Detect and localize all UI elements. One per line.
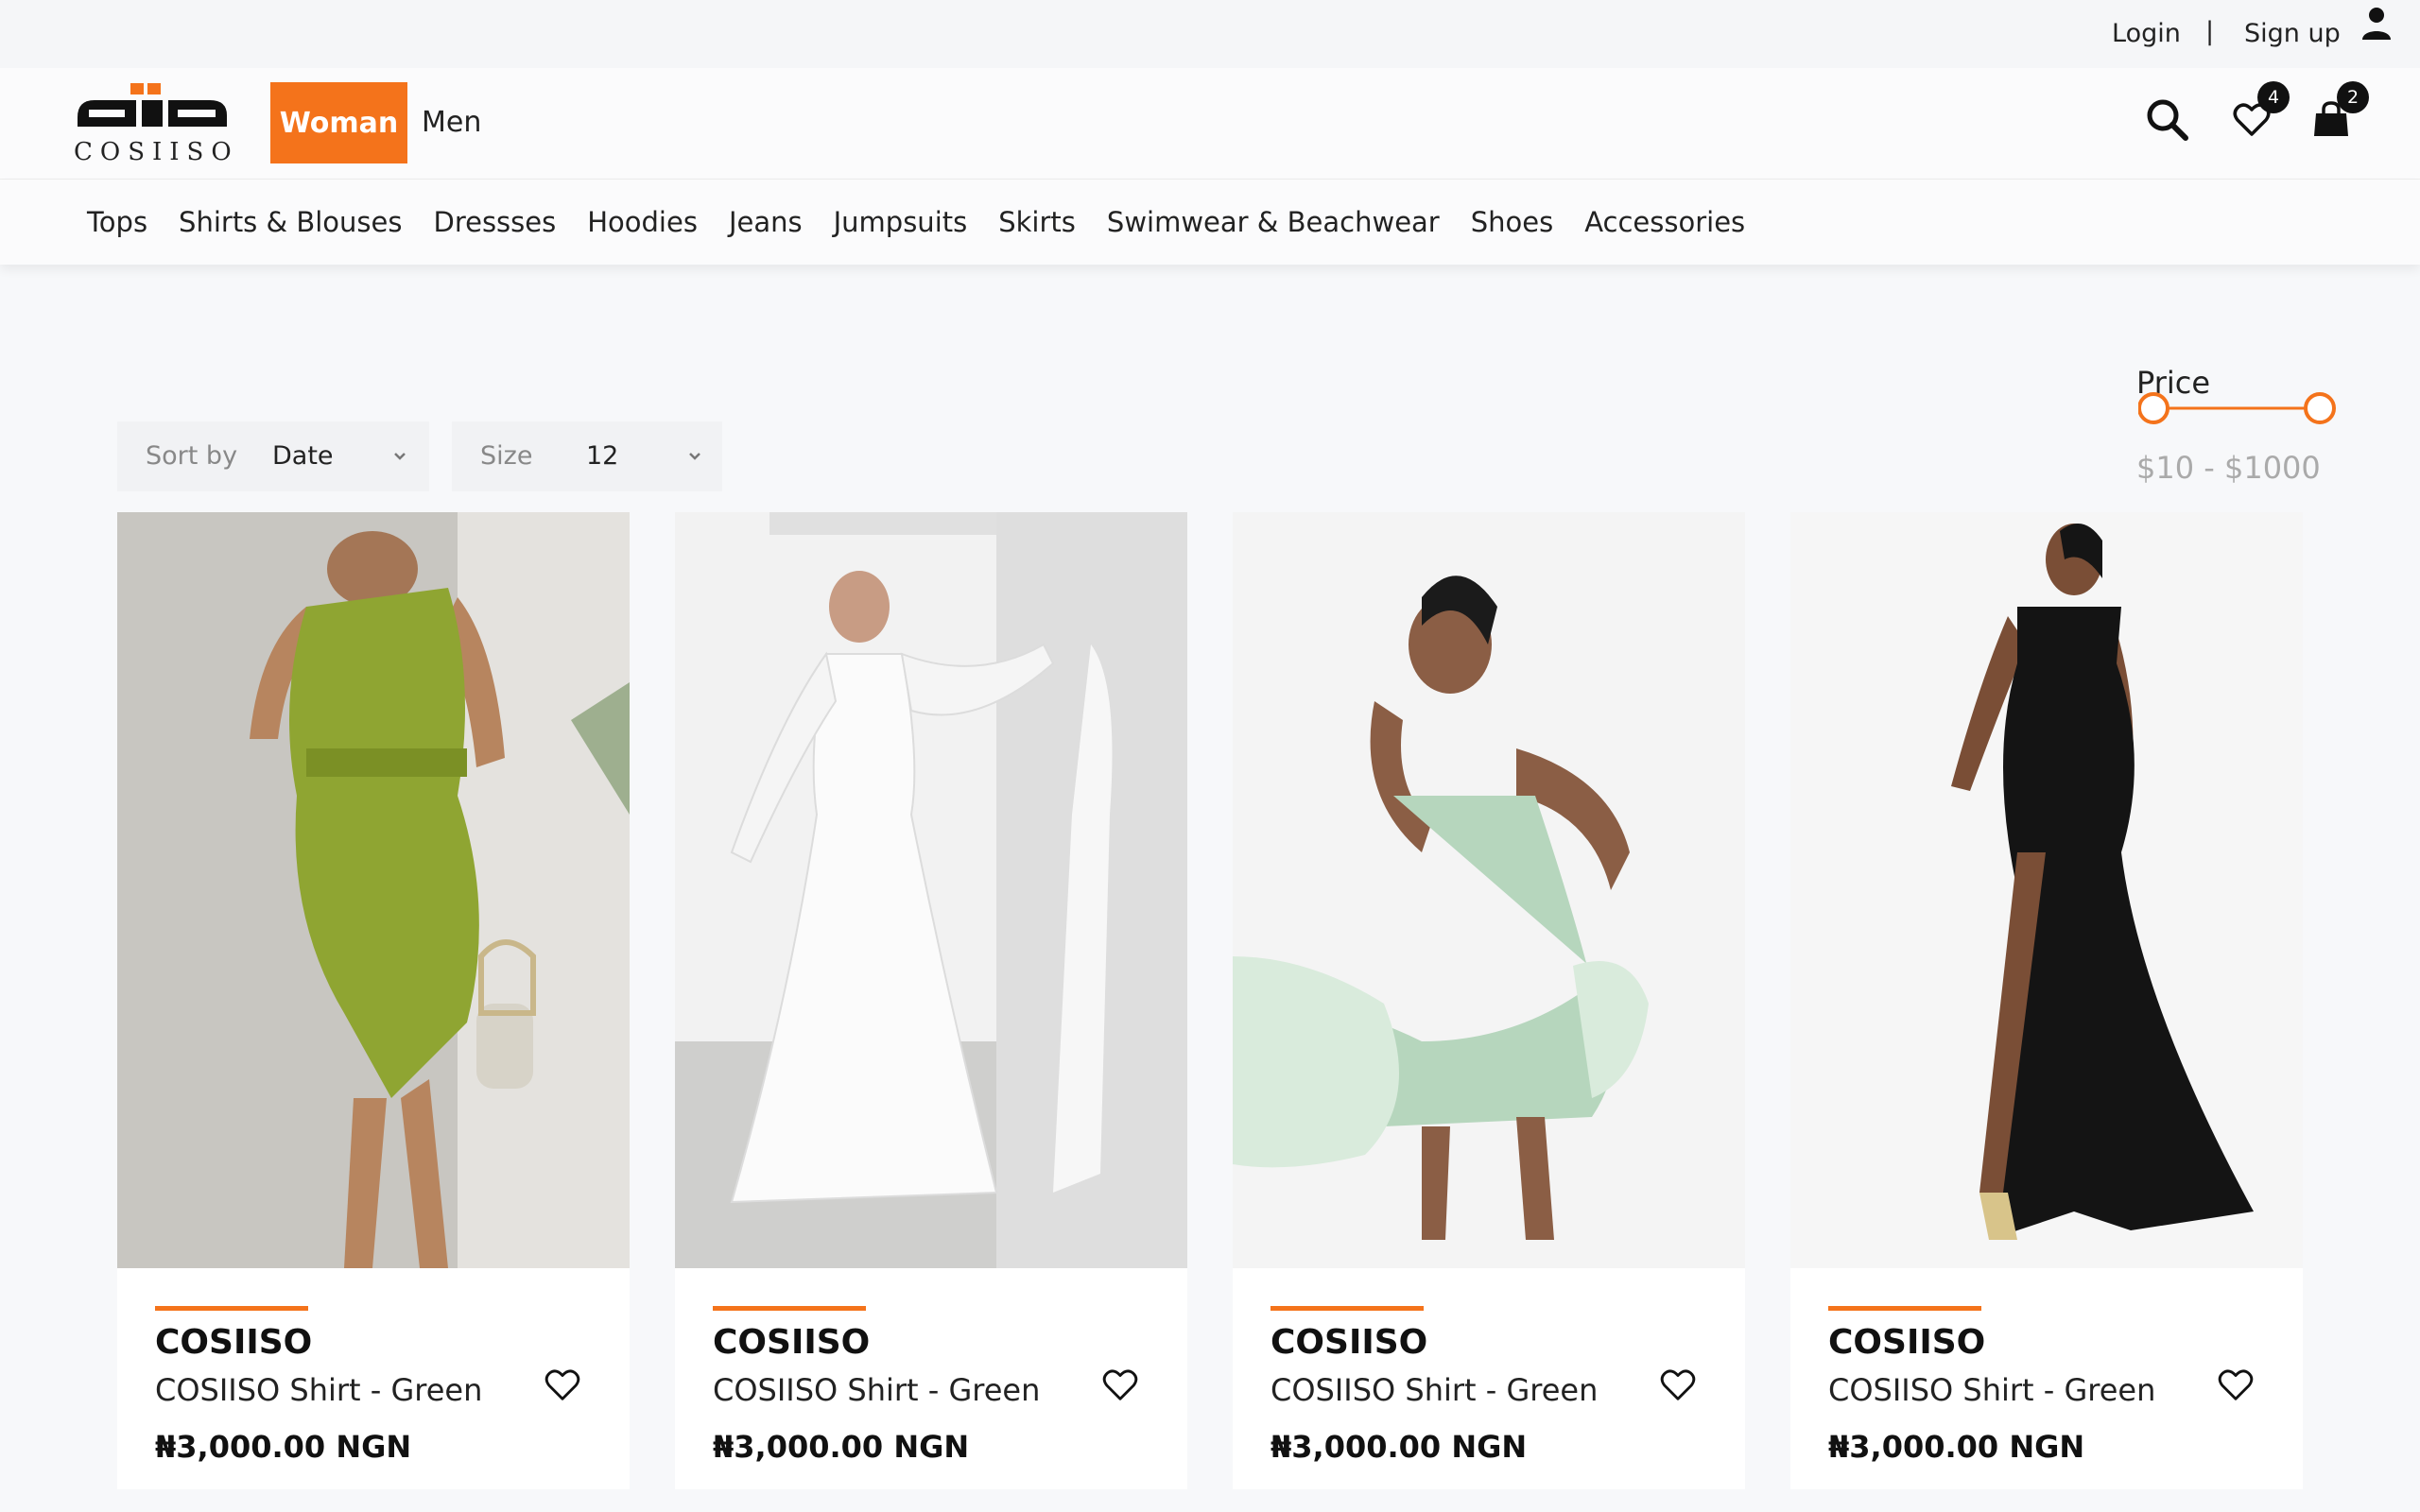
size-label: Size <box>480 441 533 471</box>
sort-by-value: Date <box>272 441 334 471</box>
price-min-handle[interactable] <box>2138 392 2169 424</box>
tab-men[interactable]: Men <box>422 106 481 139</box>
product-price: ₦3,000.00 NGN <box>1828 1429 2085 1465</box>
login-link[interactable]: Login <box>2112 19 2181 48</box>
main-header: COSIISO Woman Men 4 2 <box>0 68 2420 180</box>
logo-mark-icon <box>78 83 227 127</box>
heart-icon[interactable] <box>1102 1368 1138 1402</box>
product-brand: COSIISO <box>713 1323 871 1362</box>
heart-icon[interactable] <box>2218 1368 2254 1402</box>
product-photo-black-gown <box>1790 512 2303 1268</box>
chevron-down-icon <box>689 453 700 460</box>
product-image[interactable] <box>1233 512 1745 1268</box>
category-jumpsuits[interactable]: Jumpsuits <box>834 206 968 238</box>
cart-count-badge: 2 <box>2337 81 2369 113</box>
product-price: ₦3,000.00 NGN <box>1270 1429 1528 1465</box>
product-brand: COSIISO <box>1270 1323 1428 1362</box>
page-size-select[interactable]: Size 12 <box>452 421 722 491</box>
price-max-handle[interactable] <box>2304 392 2336 424</box>
price-range-slider[interactable] <box>2138 389 2346 427</box>
product-brand: COSIISO <box>1828 1323 1986 1362</box>
category-shoes[interactable]: Shoes <box>1471 206 1553 238</box>
product-card[interactable]: COSIISO COSIISO Shirt - Green ₦3,000.00 … <box>1233 512 1745 1489</box>
card-accent-bar <box>1828 1306 1981 1311</box>
tab-woman[interactable]: Woman <box>270 82 407 163</box>
category-nav: Tops Shirts & Blouses Dressses Hoodies J… <box>0 180 2420 265</box>
product-name[interactable]: COSIISO Shirt - Green <box>1828 1372 2155 1408</box>
size-value: 12 <box>586 441 619 471</box>
chevron-down-icon <box>394 453 406 460</box>
card-accent-bar <box>713 1306 866 1311</box>
product-photo-green-dress <box>117 512 630 1268</box>
product-photo-white-gown <box>675 512 1187 1268</box>
product-brand: COSIISO <box>155 1323 313 1362</box>
product-image[interactable] <box>1790 512 2303 1268</box>
heart-icon[interactable] <box>1660 1368 1696 1402</box>
user-icon[interactable] <box>2360 6 2393 42</box>
sort-by-label: Sort by <box>146 441 238 471</box>
category-accessories[interactable]: Accessories <box>1584 206 1745 238</box>
wishlist-count-badge: 4 <box>2257 81 2290 113</box>
card-accent-bar <box>155 1306 308 1311</box>
sort-by-select[interactable]: Sort by Date <box>117 421 429 491</box>
product-card[interactable]: COSIISO COSIISO Shirt - Green ₦3,000.00 … <box>117 512 630 1489</box>
login-signup-separator: | <box>2205 17 2215 46</box>
category-skirts[interactable]: Skirts <box>998 206 1076 238</box>
search-icon[interactable] <box>2144 96 2189 142</box>
brand-logo[interactable]: COSIISO <box>74 79 234 170</box>
product-image[interactable] <box>117 512 630 1268</box>
category-tops[interactable]: Tops <box>87 206 147 238</box>
heart-icon[interactable] <box>544 1368 580 1402</box>
category-swimwear-beachwear[interactable]: Swimwear & Beachwear <box>1107 206 1440 238</box>
product-card[interactable]: COSIISO COSIISO Shirt - Green ₦3,000.00 … <box>1790 512 2303 1489</box>
product-name[interactable]: COSIISO Shirt - Green <box>713 1372 1040 1408</box>
top-utility-bar: Login | Sign up <box>0 0 2420 68</box>
category-shirts-blouses[interactable]: Shirts & Blouses <box>179 206 402 238</box>
card-accent-bar <box>1270 1306 1424 1311</box>
product-price: ₦3,000.00 NGN <box>713 1429 970 1465</box>
product-photo-mint-dress <box>1233 512 1745 1268</box>
product-name[interactable]: COSIISO Shirt - Green <box>155 1372 482 1408</box>
product-name[interactable]: COSIISO Shirt - Green <box>1270 1372 1598 1408</box>
category-dresses[interactable]: Dressses <box>433 206 556 238</box>
price-range-text: $10 - $1000 <box>2136 450 2321 486</box>
logo-wordmark: COSIISO <box>74 138 239 166</box>
product-price: ₦3,000.00 NGN <box>155 1429 412 1465</box>
signup-link[interactable]: Sign up <box>2244 19 2341 48</box>
category-hoodies[interactable]: Hoodies <box>587 206 698 238</box>
product-card[interactable]: COSIISO COSIISO Shirt - Green ₦3,000.00 … <box>675 512 1187 1489</box>
product-image[interactable] <box>675 512 1187 1268</box>
category-jeans[interactable]: Jeans <box>729 206 803 238</box>
